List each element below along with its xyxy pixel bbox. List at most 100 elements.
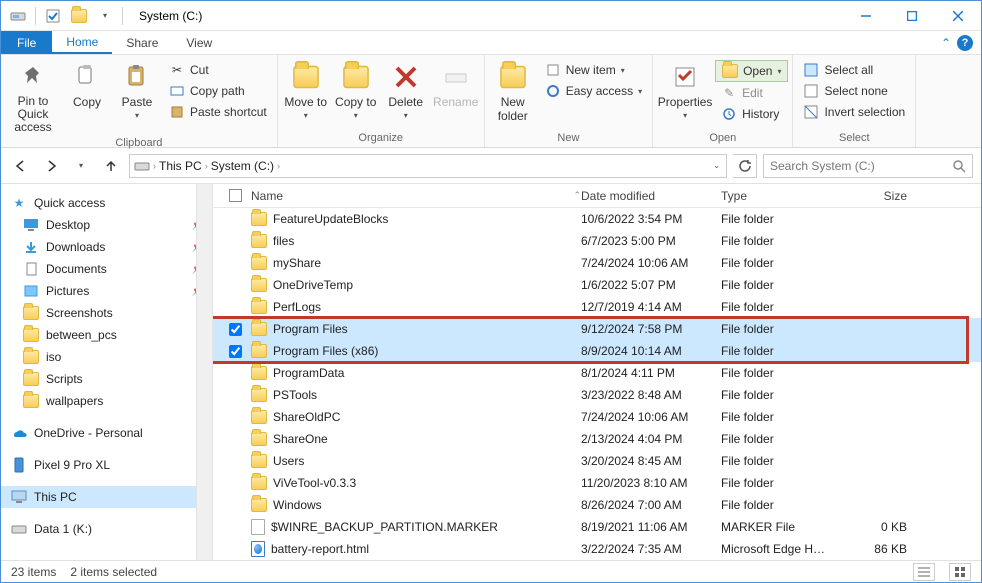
row-size: 0 KB <box>841 520 921 534</box>
file-tab[interactable]: File <box>1 31 52 54</box>
history-button[interactable]: History <box>715 104 788 124</box>
open-button[interactable]: Open ▾ <box>715 60 788 82</box>
up-button[interactable] <box>99 154 123 178</box>
table-row[interactable]: battery-report.html3/22/2024 7:35 AMMicr… <box>213 538 981 560</box>
table-row[interactable]: OneDriveTemp1/6/2022 5:07 PMFile folder <box>213 274 981 296</box>
sidebar-desktop[interactable]: Desktop📌 <box>1 214 212 236</box>
search-box[interactable] <box>763 154 973 178</box>
copy-to-button[interactable]: Copy to▾ <box>332 57 380 120</box>
drive-icon <box>11 521 27 537</box>
sidebar-pixel[interactable]: Pixel 9 Pro XL <box>1 454 212 476</box>
table-row[interactable]: PerfLogs12/7/2019 4:14 AMFile folder <box>213 296 981 318</box>
row-checkbox[interactable] <box>229 323 242 336</box>
new-item-button[interactable]: New item ▾ <box>539 60 648 80</box>
row-checkbox[interactable] <box>229 345 242 358</box>
row-type: File folder <box>721 366 841 380</box>
sidebar-scrollbar[interactable] <box>196 184 212 560</box>
paste-button[interactable]: Paste ▾ <box>113 57 161 120</box>
qat-properties-checkbox-icon[interactable] <box>42 5 64 27</box>
statusbar: 23 items 2 items selected <box>1 560 981 582</box>
row-date: 11/20/2023 8:10 AM <box>581 476 721 490</box>
row-name: Windows <box>273 498 322 512</box>
sidebar-thispc[interactable]: This PC <box>1 486 212 508</box>
table-row[interactable]: myShare7/24/2024 10:06 AMFile folder <box>213 252 981 274</box>
properties-button[interactable]: Properties▾ <box>657 57 713 120</box>
qat-dropdown-icon[interactable]: ▾ <box>94 5 116 27</box>
open-icon <box>722 63 738 79</box>
select-none-button[interactable]: Select none <box>797 81 911 101</box>
address-bar[interactable]: › This PC › System (C:) › ⌄ <box>129 154 727 178</box>
delete-button[interactable]: Delete▾ <box>382 57 430 120</box>
history-icon <box>721 106 737 122</box>
select-all-checkbox[interactable] <box>229 189 242 202</box>
easy-access-button[interactable]: Easy access ▾ <box>539 81 648 101</box>
table-row[interactable]: $WINRE_BACKUP_PARTITION.MARKER8/19/2021 … <box>213 516 981 538</box>
sidebar-onedrive[interactable]: OneDrive - Personal <box>1 422 212 444</box>
rename-button[interactable]: Rename <box>432 57 480 109</box>
copy-button[interactable]: Copy <box>63 57 111 109</box>
table-row[interactable]: ShareOldPC7/24/2024 10:06 AMFile folder <box>213 406 981 428</box>
edit-button[interactable]: ✎Edit <box>715 83 788 103</box>
sidebar-scripts[interactable]: Scripts <box>1 368 212 390</box>
refresh-button[interactable] <box>733 154 757 178</box>
col-date[interactable]: Date modified <box>581 189 721 203</box>
paste-shortcut-button[interactable]: Paste shortcut <box>163 102 273 122</box>
row-type: File folder <box>721 278 841 292</box>
forward-button[interactable] <box>39 154 63 178</box>
table-row[interactable]: ProgramData8/1/2024 4:11 PMFile folder <box>213 362 981 384</box>
help-icon[interactable]: ? <box>957 35 973 51</box>
recent-button[interactable]: ▾ <box>69 154 93 178</box>
sidebar-wallpapers[interactable]: wallpapers <box>1 390 212 412</box>
copy-path-button[interactable]: Copy path <box>163 81 273 101</box>
folder-icon <box>251 322 267 336</box>
select-all-button[interactable]: Select all <box>797 60 911 80</box>
row-name: files <box>273 234 294 248</box>
col-size[interactable]: Size <box>841 189 921 203</box>
sidebar-between-pcs[interactable]: between_pcs <box>1 324 212 346</box>
breadcrumb-drive[interactable]: System (C:) <box>211 159 274 173</box>
back-button[interactable] <box>9 154 33 178</box>
table-row[interactable]: files6/7/2023 5:00 PMFile folder <box>213 230 981 252</box>
share-tab[interactable]: Share <box>112 31 172 54</box>
sidebar-downloads[interactable]: Downloads📌 <box>1 236 212 258</box>
view-tab[interactable]: View <box>172 31 226 54</box>
breadcrumb-thispc[interactable]: This PC <box>159 159 202 173</box>
table-row[interactable]: Program Files (x86)8/9/2024 10:14 AMFile… <box>213 340 981 362</box>
table-row[interactable]: FeatureUpdateBlocks10/6/2022 3:54 PMFile… <box>213 208 981 230</box>
row-name: $WINRE_BACKUP_PARTITION.MARKER <box>271 520 498 534</box>
sidebar-data1[interactable]: Data 1 (K:) <box>1 518 212 540</box>
new-folder-icon <box>497 61 529 93</box>
minimize-button[interactable] <box>843 1 889 31</box>
ribbon-collapse-icon[interactable]: ⌃ <box>941 36 951 50</box>
details-view-button[interactable] <box>913 563 935 581</box>
qat-drive-icon[interactable] <box>7 5 29 27</box>
sidebar-documents[interactable]: Documents📌 <box>1 258 212 280</box>
search-input[interactable] <box>770 159 946 173</box>
address-dropdown-icon[interactable]: ⌄ <box>713 161 720 170</box>
maximize-button[interactable] <box>889 1 935 31</box>
thumbnails-view-button[interactable] <box>949 563 971 581</box>
folder-icon <box>23 349 39 365</box>
table-row[interactable]: ShareOne2/13/2024 4:04 PMFile folder <box>213 428 981 450</box>
cut-button[interactable]: ✂Cut <box>163 60 273 80</box>
home-tab[interactable]: Home <box>52 31 112 54</box>
table-row[interactable]: PSTools3/23/2022 8:48 AMFile folder <box>213 384 981 406</box>
qat-folder-icon[interactable] <box>68 5 90 27</box>
row-name: OneDriveTemp <box>273 278 353 292</box>
sidebar-pictures[interactable]: Pictures📌 <box>1 280 212 302</box>
sidebar-iso[interactable]: iso <box>1 346 212 368</box>
table-row[interactable]: Windows8/26/2024 7:00 AMFile folder <box>213 494 981 516</box>
organize-group-label: Organize <box>282 130 480 147</box>
move-to-button[interactable]: Move to▾ <box>282 57 330 120</box>
table-row[interactable]: ViVeTool-v0.3.311/20/2023 8:10 AMFile fo… <box>213 472 981 494</box>
new-folder-button[interactable]: New folder <box>489 57 537 123</box>
pin-to-quick-access-button[interactable]: Pin to Quick access <box>5 57 61 135</box>
col-type[interactable]: Type <box>721 189 841 203</box>
close-button[interactable] <box>935 1 981 31</box>
invert-selection-button[interactable]: Invert selection <box>797 102 911 122</box>
col-name[interactable]: Name ⌃ <box>251 189 581 203</box>
sidebar-screenshots[interactable]: Screenshots <box>1 302 212 324</box>
table-row[interactable]: Users3/20/2024 8:45 AMFile folder <box>213 450 981 472</box>
table-row[interactable]: Program Files9/12/2024 7:58 PMFile folde… <box>213 318 981 340</box>
sidebar-quick-access[interactable]: ★Quick access <box>1 192 212 214</box>
